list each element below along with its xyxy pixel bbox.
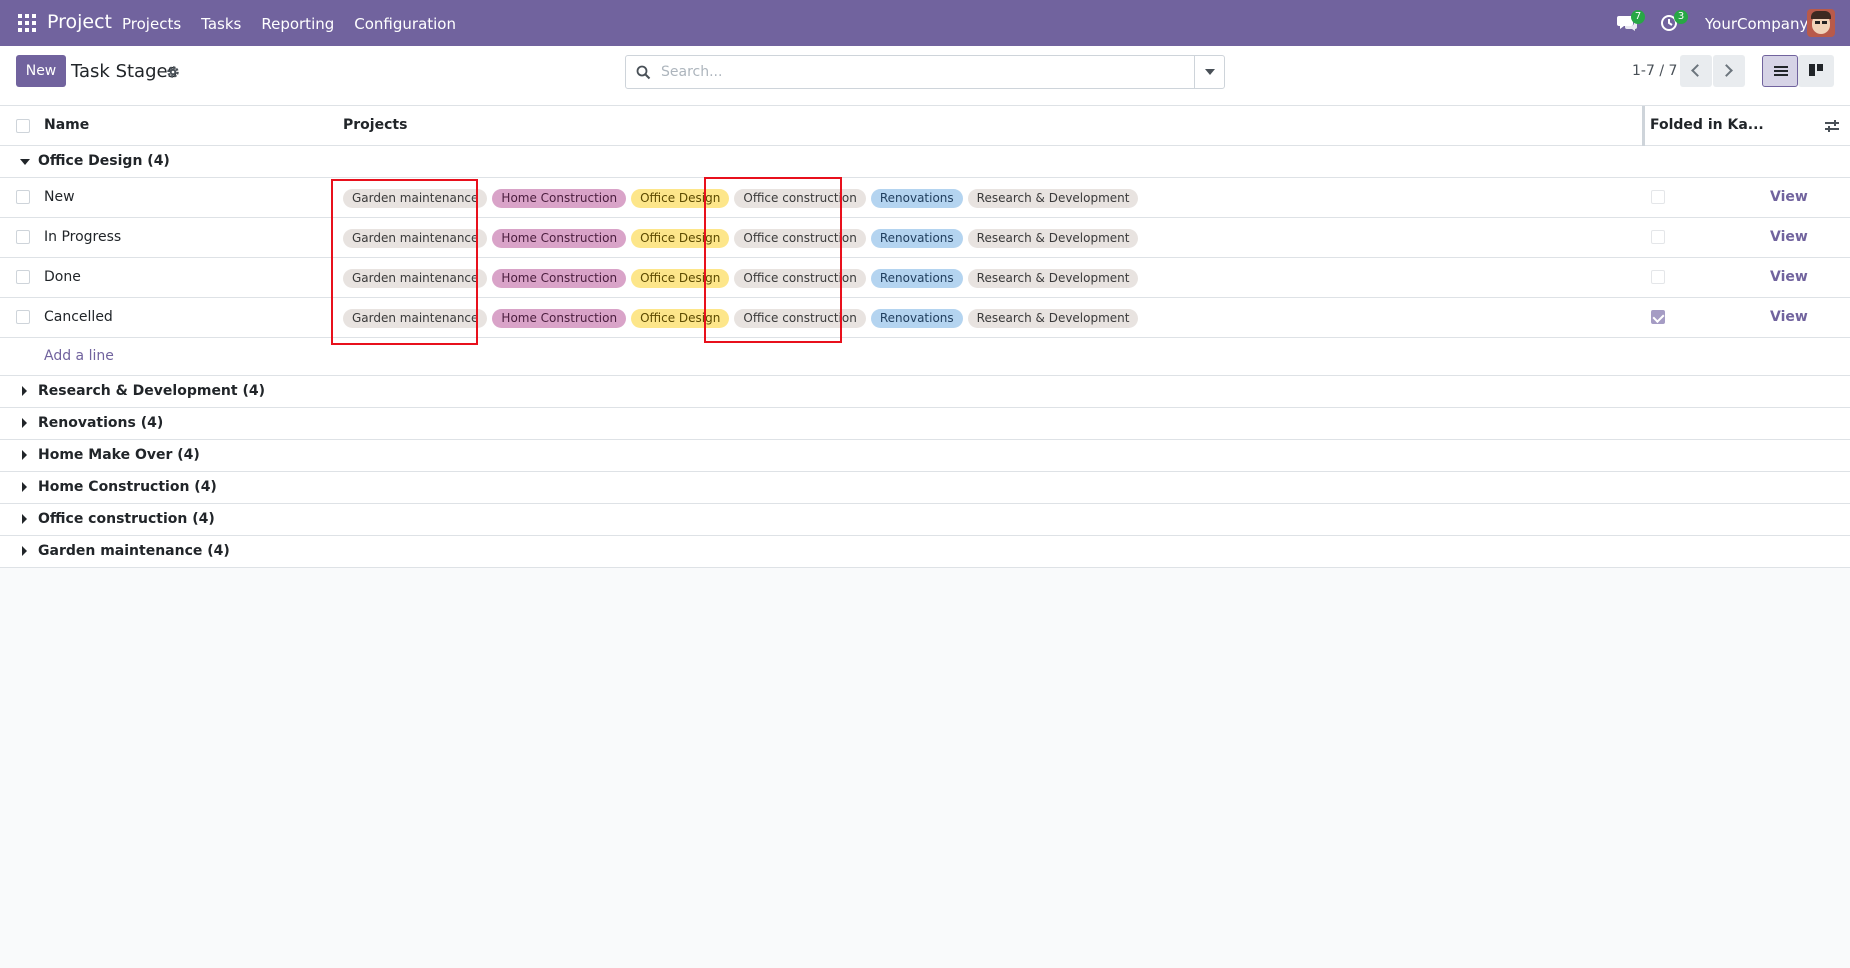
- menu-reporting[interactable]: Reporting: [261, 15, 334, 33]
- task-stages-list: Name Projects Folded in Ka... Office Des…: [0, 106, 1850, 568]
- group-label: Garden maintenance (4): [38, 543, 230, 559]
- column-header-projects[interactable]: Projects: [343, 117, 407, 133]
- project-tag: Renovations: [870, 309, 963, 328]
- collapsed-groups: Research & Development (4) Renovations (4…: [0, 376, 1850, 568]
- project-tag: Home Construction: [492, 269, 627, 288]
- search-bar: [625, 55, 1225, 89]
- stage-name: New: [44, 189, 75, 205]
- gear-icon[interactable]: [166, 65, 180, 79]
- project-tag: Research & Development: [967, 229, 1139, 248]
- group-label: Office construction (4): [38, 511, 215, 527]
- row-select-checkbox[interactable]: [16, 310, 30, 324]
- add-line-link[interactable]: Add a line: [44, 348, 114, 364]
- app-name[interactable]: Project: [47, 11, 112, 33]
- project-tag: Research & Development: [967, 189, 1139, 208]
- caret-right-icon: [22, 482, 27, 492]
- table-row[interactable]: In Progress Garden maintenance Home Constr…: [0, 218, 1850, 258]
- project-tag: Research & Development: [967, 269, 1139, 288]
- kanban-view-button[interactable]: [1798, 55, 1834, 87]
- add-line-row: Add a line: [0, 338, 1850, 376]
- activities-count-badge: 3: [1674, 10, 1688, 24]
- group-row-collapsed[interactable]: Office construction (4): [0, 504, 1850, 536]
- group-label: Renovations (4): [38, 415, 164, 431]
- folded-checkbox: [1651, 270, 1665, 284]
- caret-right-icon: [22, 546, 27, 556]
- project-tag: Home Construction: [492, 229, 627, 248]
- row-select-checkbox[interactable]: [16, 230, 30, 244]
- project-tag: Home Construction: [492, 309, 627, 328]
- chevron-left-icon: [1691, 64, 1704, 77]
- messages-count-badge: 7: [1631, 10, 1645, 24]
- pager-previous-button[interactable]: [1680, 55, 1712, 87]
- group-row-collapsed[interactable]: Home Make Over (4): [0, 440, 1850, 472]
- group-rows: New Garden maintenance Home Construction Of…: [0, 178, 1850, 338]
- top-menu: Projects Tasks Reporting Configuration: [122, 15, 476, 33]
- caret-right-icon: [22, 450, 27, 460]
- company-switcher[interactable]: YourCompany: [1705, 15, 1808, 33]
- view-button[interactable]: View: [1770, 309, 1808, 325]
- view-button[interactable]: View: [1770, 269, 1808, 285]
- project-tag: Home Construction: [492, 189, 627, 208]
- project-tag: Renovations: [870, 189, 963, 208]
- select-all-checkbox[interactable]: [16, 119, 30, 133]
- optional-columns-icon[interactable]: [1825, 119, 1839, 133]
- row-select-checkbox[interactable]: [16, 190, 30, 204]
- stage-name: Done: [44, 269, 81, 285]
- group-label: Research & Development (4): [38, 383, 266, 399]
- search-icon: [636, 65, 651, 80]
- caret-right-icon: [22, 386, 27, 396]
- list-view-icon: [1774, 66, 1788, 76]
- row-select-checkbox[interactable]: [16, 270, 30, 284]
- highlight-box-garden-maintenance: [331, 179, 478, 345]
- user-avatar[interactable]: [1807, 9, 1835, 37]
- caret-down-icon: [1205, 69, 1215, 75]
- new-button[interactable]: New: [16, 55, 66, 87]
- view-button[interactable]: View: [1770, 229, 1808, 245]
- group-row-collapsed[interactable]: Research & Development (4): [0, 376, 1850, 408]
- group-row-collapsed[interactable]: Renovations (4): [0, 408, 1850, 440]
- group-label: Home Construction (4): [38, 479, 217, 495]
- project-tag: Research & Development: [967, 309, 1139, 328]
- project-tag: Renovations: [870, 269, 963, 288]
- group-label: Home Make Over (4): [38, 447, 200, 463]
- search-input[interactable]: [661, 56, 1181, 88]
- caret-down-icon: [20, 159, 30, 165]
- pager-next-button[interactable]: [1713, 55, 1745, 87]
- table-row[interactable]: Cancelled Garden maintenance Home Construc…: [0, 298, 1850, 338]
- chevron-right-icon: [1720, 64, 1733, 77]
- column-header-name[interactable]: Name: [44, 117, 89, 133]
- caret-right-icon: [22, 514, 27, 524]
- menu-tasks[interactable]: Tasks: [201, 15, 241, 33]
- table-row[interactable]: Done Garden maintenance Home Construction O…: [0, 258, 1850, 298]
- menu-configuration[interactable]: Configuration: [354, 15, 456, 33]
- stage-name: Cancelled: [44, 309, 113, 325]
- folded-checkbox: [1651, 190, 1665, 204]
- column-resize-handle[interactable]: [1642, 106, 1645, 146]
- search-options-toggle[interactable]: [1194, 56, 1224, 88]
- top-navbar: Project Projects Tasks Reporting Configu…: [0, 0, 1850, 46]
- pager-value[interactable]: 1-7 / 7: [1632, 63, 1677, 79]
- folded-checkbox: [1651, 230, 1665, 244]
- list-view-button[interactable]: [1762, 55, 1798, 87]
- apps-grid-icon[interactable]: [18, 14, 36, 32]
- stage-name: In Progress: [44, 229, 122, 245]
- menu-projects[interactable]: Projects: [122, 15, 181, 33]
- group-row-expanded[interactable]: Office Design (4): [0, 146, 1850, 178]
- group-row-collapsed[interactable]: Garden maintenance (4): [0, 536, 1850, 568]
- page-title: Task Stages: [71, 61, 177, 82]
- highlight-box-office-construction: [704, 177, 842, 343]
- group-row-collapsed[interactable]: Home Construction (4): [0, 472, 1850, 504]
- control-panel: New Task Stages 1-7 / 7: [0, 46, 1850, 106]
- column-header-folded[interactable]: Folded in Ka...: [1650, 117, 1764, 133]
- table-header: Name Projects Folded in Ka...: [0, 106, 1850, 146]
- project-tag: Renovations: [870, 229, 963, 248]
- view-button[interactable]: View: [1770, 189, 1808, 205]
- caret-right-icon: [22, 418, 27, 428]
- kanban-view-icon: [1809, 64, 1823, 76]
- group-label: Office Design (4): [38, 153, 170, 169]
- table-row[interactable]: New Garden maintenance Home Construction Of…: [0, 178, 1850, 218]
- folded-checkbox: [1651, 310, 1665, 324]
